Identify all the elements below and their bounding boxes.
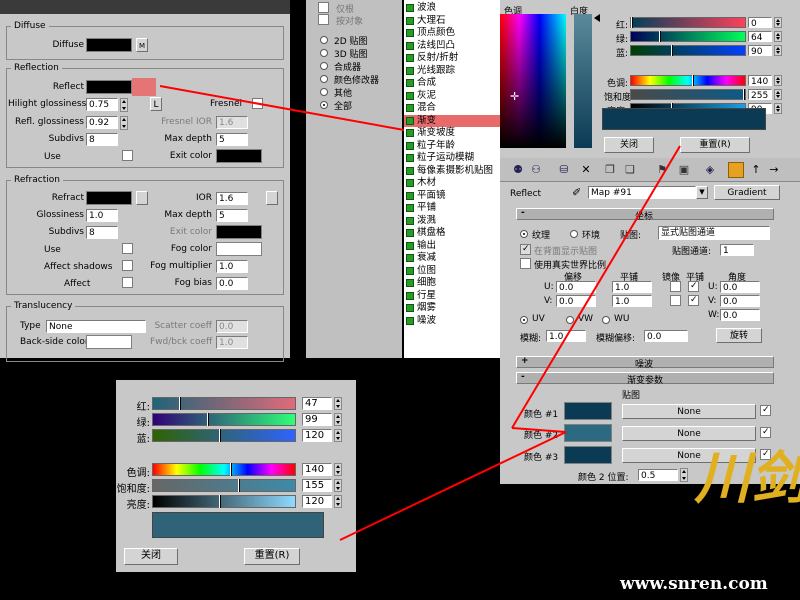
watermark-logo: 剑川 (685, 448, 800, 558)
arrow-color2-stub (511, 427, 567, 433)
annotation-arrows (159, 85, 681, 541)
arrow-color1-to-picker (511, 145, 681, 429)
watermark-site: www.snren.com (620, 574, 768, 594)
arrow-color2-to-picker (339, 431, 567, 541)
watermark-logo-text: 剑川 (685, 448, 800, 504)
arrow-reflect-to-gradient (159, 85, 405, 131)
